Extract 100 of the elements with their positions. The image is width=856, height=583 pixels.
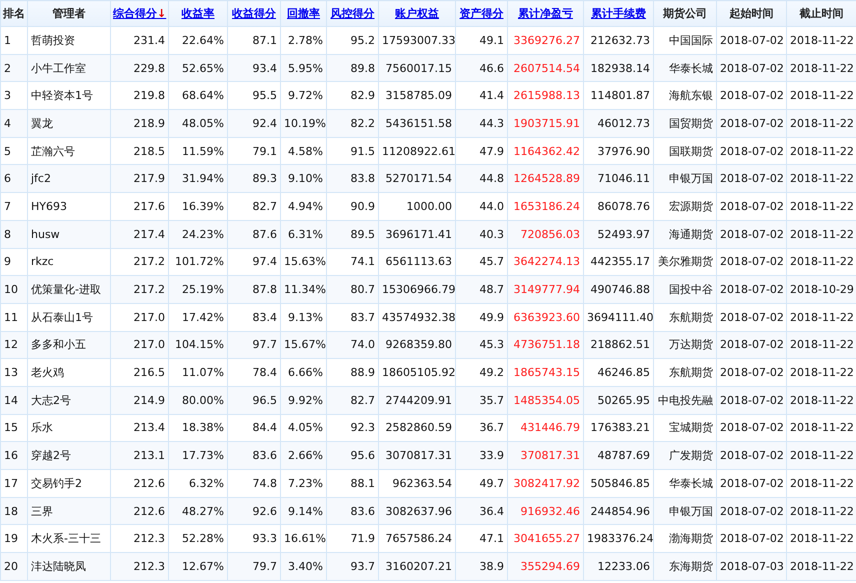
table-cell: 广发期货 (654, 442, 716, 470)
table-cell: 22.64% (168, 26, 228, 54)
table-cell: 45.3 (456, 331, 508, 359)
table-cell: 国贸期货 (654, 110, 716, 138)
table-cell: 31.94% (168, 164, 228, 193)
table-cell: 老火鸡 (28, 358, 110, 386)
table-cell: 355294.69 (508, 552, 584, 580)
sort-link[interactable]: 账户权益 (395, 7, 439, 20)
table-cell: 916932.46 (508, 497, 584, 525)
table-cell: 2018-07-02 (716, 331, 786, 359)
column-title: 排名 (3, 7, 25, 20)
table-cell: 14 (0, 386, 28, 414)
table-cell: 1485354.05 (508, 386, 584, 414)
table-cell: 213.1 (110, 442, 168, 470)
sort-link[interactable]: 收益率 (182, 7, 214, 20)
table-cell: 6 (0, 164, 28, 193)
sort-link[interactable]: 收益得分 (232, 7, 276, 20)
table-cell: 4736751.18 (508, 331, 584, 359)
table-cell: 1 (0, 26, 28, 54)
table-cell: 2018-07-02 (716, 192, 786, 220)
table-cell: 82.2 (326, 110, 378, 138)
table-cell: 82.7 (326, 386, 378, 414)
table-cell: 申银万国 (654, 164, 716, 193)
table-cell: 229.8 (110, 54, 168, 82)
table-cell: 穿越2号 (28, 442, 110, 470)
table-cell: 万达期货 (654, 331, 716, 359)
table-cell: 87.1 (228, 26, 280, 54)
table-cell: 217.9 (110, 164, 168, 193)
table-cell: 2.66% (280, 442, 326, 470)
table-cell: 2018-11-22 (786, 164, 856, 193)
table-cell: 12 (0, 331, 28, 359)
table-cell: 5270171.54 (378, 164, 456, 193)
table-cell: 7 (0, 192, 28, 220)
table-cell: 13 (0, 358, 28, 386)
table-cell: 宏源期货 (654, 192, 716, 220)
table-cell: 东航期货 (654, 303, 716, 332)
table-cell: 2018-11-22 (786, 110, 856, 138)
table-cell: 6363923.60 (508, 303, 584, 332)
sort-link[interactable]: 回撤率 (287, 7, 320, 20)
table-cell: 92.6 (228, 497, 280, 525)
table-cell: 3696171.41 (378, 220, 456, 248)
table-cell: HY693 (28, 192, 110, 220)
table-cell: 82.7 (228, 192, 280, 220)
table-cell: 18605105.92 (378, 358, 456, 386)
table-cell: 9.14% (280, 497, 326, 525)
table-cell: 3160207.21 (378, 552, 456, 580)
table-cell: 1000.00 (378, 192, 456, 220)
table-cell: 2018-11-22 (786, 386, 856, 414)
table-cell: 92.4 (228, 110, 280, 138)
table-cell: 212.6 (110, 497, 168, 525)
table-cell: 49.2 (456, 358, 508, 386)
table-cell: 78.4 (228, 358, 280, 386)
table-cell: jfc2 (28, 164, 110, 193)
sort-link[interactable]: 资产得分 (460, 7, 504, 20)
table-cell: 74.0 (326, 331, 378, 359)
table-cell: 大志2号 (28, 386, 110, 414)
table-cell: 90.9 (326, 192, 378, 220)
table-cell: 5436151.58 (378, 110, 456, 138)
table-cell: 9.92% (280, 386, 326, 414)
table-cell: 中电投先融 (654, 386, 716, 414)
table-cell: 20 (0, 552, 28, 580)
column-title: 截止时间 (800, 7, 844, 20)
table-cell: 2744209.91 (378, 386, 456, 414)
table-cell: 9268359.80 (378, 331, 456, 359)
table-cell: 2018-11-22 (786, 220, 856, 248)
table-cell: 2018-10-29 (786, 276, 856, 304)
table-cell: 43574932.38 (378, 303, 456, 332)
table-cell: 720856.03 (508, 220, 584, 248)
table-cell: 小牛工作室 (28, 54, 110, 82)
table-cell: 182938.14 (584, 54, 654, 82)
table-cell: 9.13% (280, 303, 326, 332)
table-cell: 2018-07-02 (716, 220, 786, 248)
table-cell: 2018-11-22 (786, 552, 856, 580)
table-cell: 6.66% (280, 358, 326, 386)
table-cell: 216.5 (110, 358, 168, 386)
table-cell: 华泰长城 (654, 54, 716, 82)
table-cell: 71046.11 (584, 164, 654, 193)
table-cell: 88.1 (326, 470, 378, 498)
sort-link[interactable]: 累计净盈亏 (518, 7, 573, 20)
table-cell: 多多和小五 (28, 331, 110, 359)
sort-link[interactable]: 累计手续费 (591, 7, 646, 20)
table-cell: 49.1 (456, 26, 508, 54)
table-cell: 89.8 (326, 54, 378, 82)
table-cell: 2018-07-03 (716, 552, 786, 580)
table-cell: 4.94% (280, 192, 326, 220)
sort-link[interactable]: 风控得分 (330, 7, 374, 20)
table-cell: 东海期货 (654, 552, 716, 580)
table-cell: 中国国际 (654, 26, 716, 54)
table-cell: 962363.54 (378, 470, 456, 498)
table-cell: 1653186.24 (508, 192, 584, 220)
table-cell: 33.9 (456, 442, 508, 470)
table-cell: 6.32% (168, 470, 228, 498)
table-cell: 国投中谷 (654, 276, 716, 304)
table-cell: 7.23% (280, 470, 326, 498)
table-cell: 2018-07-02 (716, 470, 786, 498)
table-cell: 12.67% (168, 552, 228, 580)
table-cell: 38.9 (456, 552, 508, 580)
table-cell: 翼龙 (28, 110, 110, 138)
table-cell: 52493.97 (584, 220, 654, 248)
sort-link[interactable]: 综合得分↓ (113, 7, 166, 20)
